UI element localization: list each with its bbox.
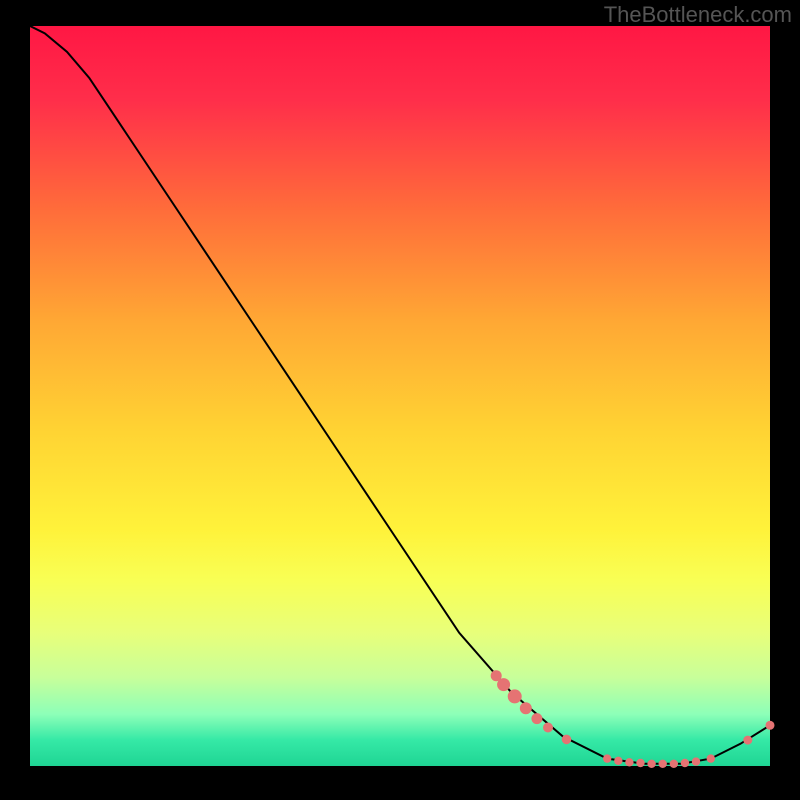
plot-background	[30, 26, 770, 766]
chart-container: TheBottleneck.com	[0, 0, 800, 800]
data-marker	[562, 735, 572, 745]
data-marker	[625, 758, 633, 766]
data-marker	[543, 723, 553, 733]
data-marker	[636, 759, 644, 767]
data-marker	[508, 689, 522, 703]
data-marker	[670, 760, 678, 768]
data-marker	[692, 757, 700, 765]
bottleneck-chart	[0, 0, 800, 800]
data-marker	[743, 736, 752, 745]
data-marker	[647, 760, 655, 768]
data-marker	[614, 757, 622, 765]
data-marker	[497, 678, 510, 691]
data-marker	[531, 713, 542, 724]
watermark-text: TheBottleneck.com	[604, 2, 792, 28]
data-marker	[520, 702, 532, 714]
data-marker	[603, 754, 611, 762]
data-marker	[681, 759, 689, 767]
data-marker	[766, 721, 775, 730]
data-marker	[659, 760, 667, 768]
data-marker	[707, 754, 715, 762]
